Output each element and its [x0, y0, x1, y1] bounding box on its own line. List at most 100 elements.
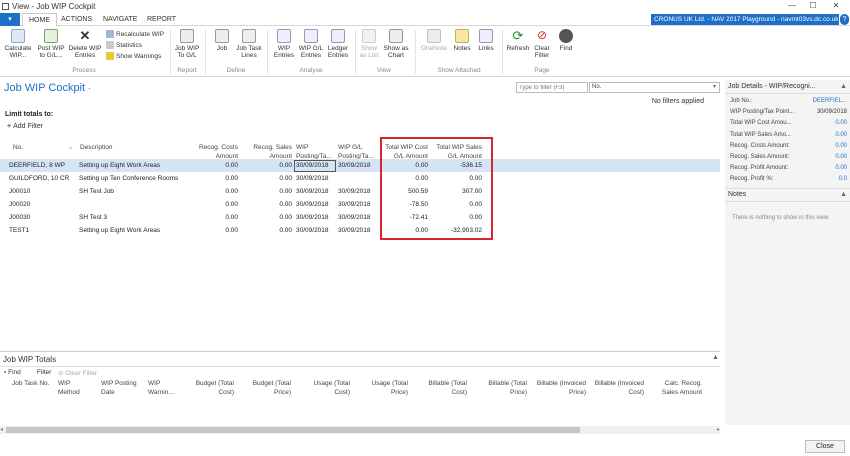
list-icon: [362, 29, 376, 43]
collapse-icon[interactable]: ▲: [840, 191, 847, 198]
scrollbar-thumb[interactable]: [6, 427, 580, 433]
table-row[interactable]: J00010 SH Test Job 0.00 0.00 30/09/2018 30/09…: [0, 186, 720, 199]
wip-totals-filter-button[interactable]: Filter: [37, 369, 51, 376]
add-filter-label: Add Filter: [13, 123, 44, 130]
find-button[interactable]: Find: [556, 29, 576, 52]
wip-totals-clear-filter-button[interactable]: ⊘ Clear Filter: [58, 369, 97, 377]
recalculate-wip-button[interactable]: Recalculate WIP: [106, 30, 164, 38]
collapse-icon[interactable]: ▲: [712, 354, 719, 361]
table-row[interactable]: J00020 0.00 0.00 30/09/2018 30/09/2018 -78.50…: [0, 199, 720, 212]
plus-icon: +: [7, 123, 12, 130]
link-icon: [479, 29, 493, 43]
find-text: Find: [8, 369, 21, 376]
cell-wip-posting-date: 30/09/2018: [296, 214, 329, 221]
onenote-button[interactable]: OneNote: [420, 29, 448, 52]
wip-totals-column-header[interactable]: Budget (Total Price): [245, 379, 291, 397]
cell-no: TEST1: [9, 227, 30, 234]
post-wip-button[interactable]: Post WIP to G/L...: [36, 29, 66, 59]
group-label-process: Process: [72, 67, 96, 74]
help-button[interactable]: ?: [840, 14, 849, 25]
group-label-show-attached: Show Attached: [437, 67, 481, 74]
wip-totals-column-header[interactable]: Usage (Total Cost): [304, 379, 351, 397]
cell-wip-posting-date: 30/09/2018: [296, 201, 329, 208]
notes-icon: [455, 29, 469, 43]
wip-totals-column-header[interactable]: Budget (Total Cost): [186, 379, 234, 397]
wip-entries-button[interactable]: WIP Entries: [272, 29, 296, 59]
wip-totals-column-header[interactable]: Billable (Invoiced Cost): [592, 379, 644, 397]
wip-totals-column-header[interactable]: Usage (Total Price): [362, 379, 409, 397]
show-as-list-button[interactable]: Show as List: [358, 29, 380, 59]
filter-input[interactable]: [516, 82, 588, 93]
add-filter-button[interactable]: + Add Filter: [7, 123, 43, 130]
tab-actions[interactable]: ACTIONS: [55, 13, 98, 26]
wip-totals-column-header[interactable]: Billable (Invoiced Price): [534, 379, 586, 397]
post-wip-label: Post WIP to G/L...: [37, 45, 65, 59]
cell-recog-costs: 0.00: [225, 201, 238, 208]
company-selector[interactable]: CRONUS UK Ltd. - NAV 2017 Playground - n…: [651, 14, 839, 25]
focused-cell[interactable]: [294, 160, 336, 172]
group-separator: [355, 30, 356, 74]
wip-totals-column-header[interactable]: Billable (Total Price): [479, 379, 527, 397]
show-warnings-button[interactable]: Show Warnings: [106, 52, 161, 60]
tab-home[interactable]: HOME: [22, 13, 57, 26]
tab-navigate[interactable]: NAVIGATE: [97, 13, 143, 26]
wip-totals-column-header[interactable]: Calc. Recog. Sales Amount: [650, 379, 702, 397]
show-as-list-label: Show as List: [359, 45, 379, 59]
job-wip-to-gl-label: Job WIP To G/L: [174, 45, 200, 59]
factbox-field-value[interactable]: DEERFIEL...: [813, 98, 847, 104]
factbox-field-label: Total WIP Cost Amou...: [730, 120, 792, 127]
notes-button[interactable]: Notes: [451, 29, 473, 52]
horizontal-scrollbar[interactable]: ◂ ▸: [0, 426, 720, 434]
wip-gl-entries-button[interactable]: WIP G/L Entries: [298, 29, 324, 59]
minimize-button[interactable]: —: [782, 1, 802, 10]
clear-filter-button[interactable]: ⊘ Clear Filter: [532, 29, 552, 60]
cell-wip-gl-posting-date: 30/09/2018: [338, 188, 371, 195]
wip-totals-find-button[interactable]: ▪ Find: [4, 369, 21, 376]
scroll-right-icon[interactable]: ▸: [717, 426, 720, 433]
delete-wip-entries-button[interactable]: ✕ Delete WIP Entries: [68, 29, 102, 59]
ledger-entries-button[interactable]: Ledger Entries: [326, 29, 350, 59]
delete-icon: ✕: [78, 28, 92, 43]
scroll-left-icon[interactable]: ◂: [0, 426, 3, 433]
clear-filter-label: Clear Filter: [534, 45, 550, 59]
table-row[interactable]: DEERFIELD, 8 WP Setting up Eight Work Are…: [0, 160, 720, 173]
cell-recog-sales: 0.00: [279, 162, 292, 169]
table-row[interactable]: J00030 SH Test 3 0.00 0.00 30/09/2018 30/09/2…: [0, 212, 720, 225]
cell-wip-gl-posting-date: 30/09/2018: [338, 214, 371, 221]
maximize-button[interactable]: ☐: [803, 1, 823, 10]
refresh-button[interactable]: ⟳ Refresh: [506, 29, 530, 52]
tab-report[interactable]: REPORT: [141, 13, 182, 26]
cell-wip-posting-date: 30/09/2018: [296, 188, 329, 195]
table-row[interactable]: GUILDFORD, 10 CR Setting up Ten Conferenc…: [0, 173, 720, 186]
filter-field-select[interactable]: No. ▾: [589, 82, 720, 93]
wip-totals-column-header[interactable]: Job Task No.: [12, 379, 60, 388]
factbox-field-value: 0.00: [835, 131, 847, 138]
wip-totals-column-header[interactable]: WIP Warnin...: [148, 379, 178, 397]
group-label-view: View: [377, 67, 391, 74]
table-row[interactable]: TEST1 Setting up Eight Work Areas 0.00 0.00…: [0, 225, 720, 238]
calculate-wip-button[interactable]: Calculate WIP...: [4, 29, 32, 59]
job-wip-to-gl-button[interactable]: Job WIP To G/L: [172, 29, 202, 59]
wip-totals-column-header[interactable]: WIP Posting Date: [101, 379, 137, 397]
cell-description: SH Test 3: [79, 214, 108, 221]
show-as-chart-button[interactable]: Show as Chart: [382, 29, 410, 59]
refresh-label: Refresh: [506, 45, 530, 52]
app-menu-button[interactable]: ▾: [0, 13, 20, 26]
close-window-button[interactable]: ✕: [826, 1, 846, 10]
job-label: Job: [216, 45, 228, 52]
wip-totals-column-header[interactable]: WIP Method: [58, 379, 86, 397]
ledger-icon: [331, 29, 345, 43]
wip-totals-column-header[interactable]: Billable (Total Cost): [421, 379, 467, 397]
cell-wip-gl-posting-date: [338, 173, 378, 185]
column-header-description[interactable]: Description: [80, 143, 113, 152]
column-header-no[interactable]: No.: [13, 143, 23, 152]
job-button[interactable]: Job: [210, 29, 234, 52]
collapse-icon[interactable]: ▲: [840, 83, 847, 90]
job-task-lines-button[interactable]: Job Task Lines: [236, 29, 262, 59]
onenote-label: OneNote: [420, 45, 448, 52]
page-title-caret[interactable]: ·: [88, 83, 91, 93]
statistics-button[interactable]: Statistics: [106, 41, 142, 49]
links-button[interactable]: Links: [475, 29, 497, 52]
cell-recog-costs: 0.00: [225, 188, 238, 195]
close-button[interactable]: Close: [805, 440, 845, 453]
